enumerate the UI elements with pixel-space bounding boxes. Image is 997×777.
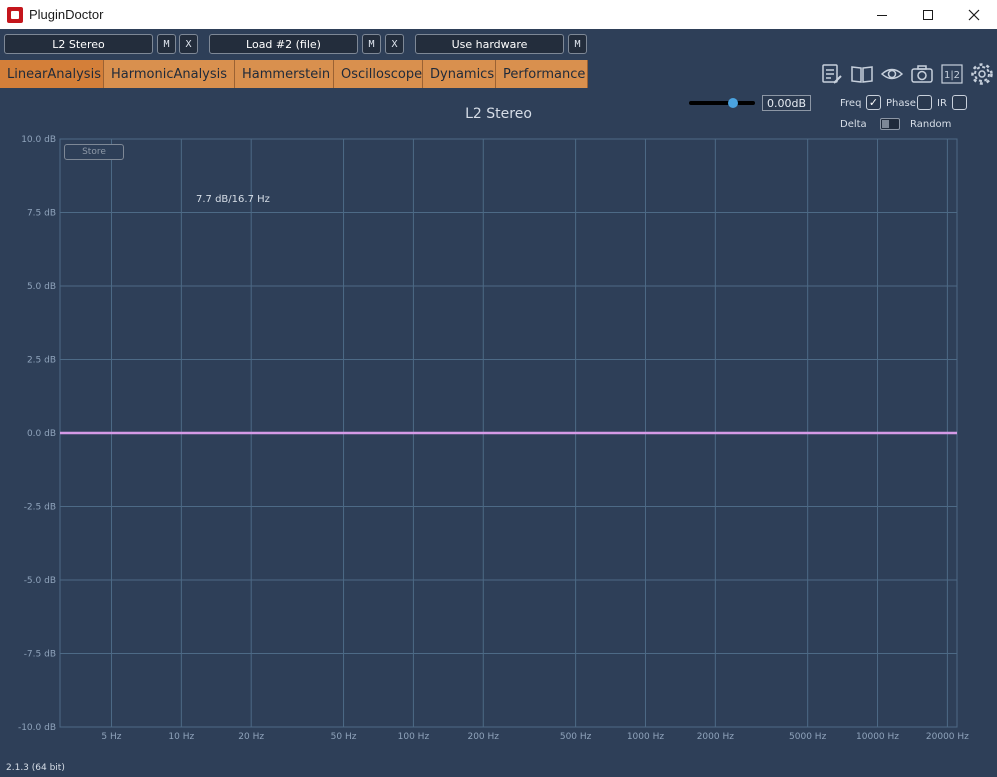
check-icon: ✓: [868, 96, 879, 109]
title-bar: PluginDoctor: [0, 0, 997, 29]
plugindoctor-logo-icon: [7, 6, 23, 23]
y-tick-label: 5.0 dB: [27, 282, 56, 292]
freq-label: Freq: [840, 98, 862, 109]
tab-linear-analysis[interactable]: LinearAnalysis: [0, 60, 104, 88]
split-view-label: 1|2: [944, 70, 960, 81]
gain-value-field[interactable]: 0.00dB: [762, 95, 811, 111]
ir-checkbox[interactable]: [952, 95, 967, 110]
freq-checkbox[interactable]: ✓: [866, 95, 881, 110]
window-controls: [859, 0, 997, 29]
tab-hammerstein[interactable]: Hammerstein: [235, 60, 334, 88]
close-button[interactable]: [951, 0, 997, 29]
eye-icon[interactable]: [879, 62, 905, 86]
delta-label: Delta: [840, 119, 867, 130]
y-tick-label: 7.5 dB: [27, 209, 56, 219]
analysis-tabs: LinearAnalysis HarmonicAnalysis Hammerst…: [0, 60, 588, 88]
random-label: Random: [910, 119, 952, 130]
gear-icon[interactable]: [969, 62, 995, 86]
plugin-slot-2-remove-button[interactable]: X: [385, 34, 404, 54]
minimize-icon: [877, 14, 887, 16]
split-view-icon[interactable]: 1|2: [939, 62, 965, 86]
notes-icon[interactable]: [819, 62, 845, 86]
tab-oscilloscope[interactable]: Oscilloscope: [334, 60, 423, 88]
x-tick-label: 5000 Hz: [789, 732, 827, 742]
plugin-slot-1-button[interactable]: L2 Stereo: [4, 34, 153, 54]
tab-harmonic-analysis[interactable]: HarmonicAnalysis: [104, 60, 235, 88]
y-tick-label: 10.0 dB: [21, 135, 56, 145]
y-tick-label: 0.0 dB: [27, 429, 56, 439]
toolbar-icons: 1|2: [819, 62, 995, 86]
plugin-slot-1-remove-button[interactable]: X: [179, 34, 198, 54]
x-tick-label: 200 Hz: [467, 732, 499, 742]
x-tick-label: 100 Hz: [398, 732, 430, 742]
maximize-button[interactable]: [905, 0, 951, 29]
y-tick-label: -2.5 dB: [24, 503, 56, 513]
hardware-mute-button[interactable]: M: [568, 34, 587, 54]
window-title: PluginDoctor: [29, 7, 104, 22]
plugin-slot-2-mute-button[interactable]: M: [362, 34, 381, 54]
x-tick-label: 20 Hz: [238, 732, 264, 742]
phase-label: Phase: [886, 98, 916, 109]
plugin-slot-1-mute-button[interactable]: M: [157, 34, 176, 54]
close-icon: [968, 9, 980, 20]
phase-checkbox[interactable]: [917, 95, 932, 110]
gain-slider-thumb[interactable]: [728, 98, 739, 108]
x-tick-label: 500 Hz: [560, 732, 592, 742]
frequency-response-chart[interactable]: 10.0 dB 7.5 dB 5.0 dB 2.5 dB 0.0 dB -2.5 dB -5…: [0, 130, 997, 750]
use-hardware-button[interactable]: Use hardware: [415, 34, 564, 54]
gain-slider-track: [689, 101, 755, 105]
y-tick-label: -7.5 dB: [24, 650, 56, 660]
tab-dynamics[interactable]: Dynamics: [423, 60, 496, 88]
cursor-readout: 7.7 dB/16.7 Hz: [196, 194, 270, 205]
plugin-slot-row: L2 Stereo M X Load #2 (file) M X Use har…: [0, 34, 997, 54]
y-tick-label: -10.0 dB: [18, 723, 56, 733]
book-icon[interactable]: [849, 62, 875, 86]
maximize-icon: [923, 9, 933, 20]
y-tick-label: -5.0 dB: [24, 576, 56, 586]
camera-icon[interactable]: [909, 62, 935, 86]
version-label: 2.1.3 (64 bit): [6, 763, 65, 773]
x-tick-label: 10000 Hz: [856, 732, 899, 742]
store-button[interactable]: Store: [64, 144, 124, 160]
x-tick-label: 20000 Hz: [926, 732, 969, 742]
ir-label: IR: [937, 98, 947, 109]
tab-performance[interactable]: Performance: [496, 60, 588, 88]
minimize-button[interactable]: [859, 0, 905, 29]
x-tick-label: 1000 Hz: [627, 732, 665, 742]
delta-random-toggle[interactable]: [880, 118, 900, 130]
y-tick-label: 2.5 dB: [27, 356, 56, 366]
gain-slider[interactable]: [689, 97, 755, 109]
x-tick-label: 10 Hz: [168, 732, 194, 742]
x-tick-label: 2000 Hz: [697, 732, 735, 742]
x-tick-label: 5 Hz: [101, 732, 121, 742]
plugin-slot-2-button[interactable]: Load #2 (file): [209, 34, 358, 54]
x-tick-label: 50 Hz: [331, 732, 357, 742]
